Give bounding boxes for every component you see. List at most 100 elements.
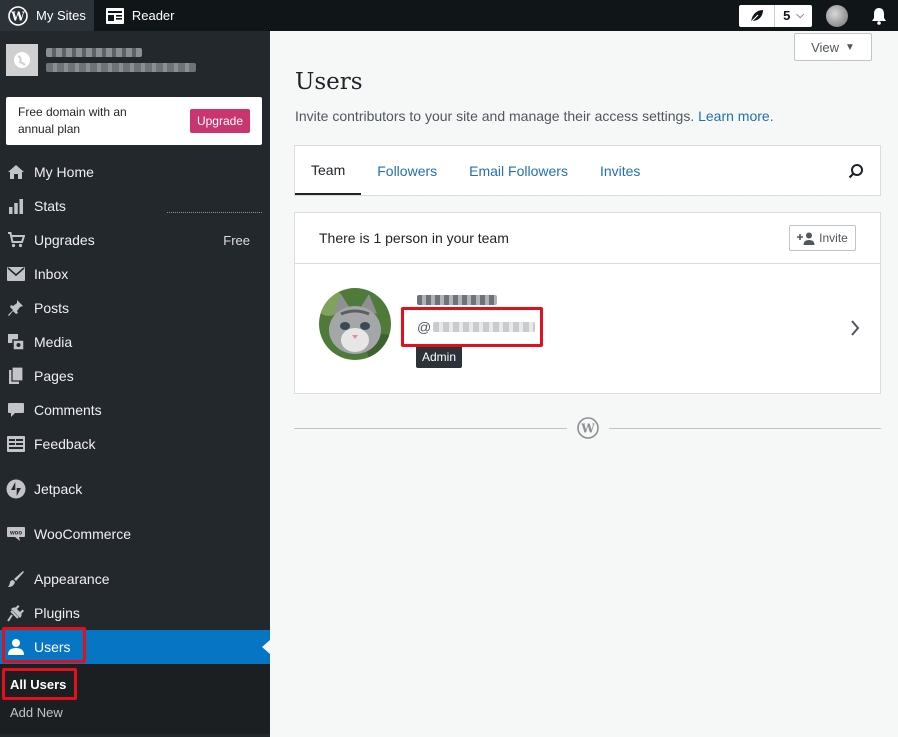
team-member-row[interactable]: @ Admin xyxy=(295,264,880,394)
sidebar-item-label: Pages xyxy=(34,368,74,384)
site-header[interactable] xyxy=(0,31,270,89)
search-icon[interactable] xyxy=(848,146,880,195)
tab-email-followers[interactable]: Email Followers xyxy=(453,146,584,195)
my-sites-label: My Sites xyxy=(36,8,86,23)
upgrades-badge: Free xyxy=(223,232,250,248)
sidebar-item-label: Users xyxy=(34,639,71,655)
upgrade-nudge: Free domain with an annual plan Upgrade xyxy=(6,97,262,145)
tab-followers[interactable]: Followers xyxy=(361,146,453,195)
sidebar-item-label: Media xyxy=(34,334,73,350)
sidebar-item-comments[interactable]: Comments xyxy=(0,393,270,427)
footer-separator: W xyxy=(294,417,881,439)
sidebar-item-label: WooCommerce xyxy=(34,526,131,542)
leaf-icon xyxy=(739,4,776,27)
page-subtitle: Invite contributors to your site and man… xyxy=(295,108,774,124)
brush-icon xyxy=(6,569,26,589)
user-avatar xyxy=(319,288,391,360)
sidebar: Free domain with an annual plan Upgrade … xyxy=(0,31,270,737)
sidebar-item-label: Upgrades xyxy=(34,232,95,248)
sidebar-item-my-home[interactable]: My Home xyxy=(0,155,270,189)
divider xyxy=(608,427,881,429)
sidebar-item-inbox[interactable]: Inbox xyxy=(0,257,270,291)
sidebar-item-label: Comments xyxy=(34,402,102,418)
home-icon xyxy=(6,162,26,182)
team-summary: There is 1 person in your team xyxy=(319,230,509,246)
mail-icon xyxy=(6,264,26,284)
sidebar-item-media[interactable]: Media xyxy=(0,325,270,359)
svg-text:W: W xyxy=(580,422,595,436)
sidebar-item-label: Jetpack xyxy=(34,481,83,497)
learn-more-link[interactable]: Learn more. xyxy=(698,108,773,124)
reader-icon xyxy=(105,7,124,24)
sidebar-item-users[interactable]: Users xyxy=(0,630,270,664)
reader-button[interactable]: Reader xyxy=(98,0,183,31)
sidebar-item-upgrades[interactable]: Upgrades Free xyxy=(0,223,270,257)
main-content: View ▼ Users Invite contributors to your… xyxy=(270,31,898,737)
jetpack-icon xyxy=(6,479,26,499)
sidebar-item-pages[interactable]: Pages xyxy=(0,359,270,393)
team-card: There is 1 person in your team Invite @ … xyxy=(294,212,881,394)
sidebar-item-feedback[interactable]: Feedback xyxy=(0,427,270,461)
sidebar-menu: My Home Stats Upgrades Free Inbox Posts … xyxy=(0,155,270,734)
handle-redacted xyxy=(433,322,536,332)
svg-text:woo: woo xyxy=(9,531,22,537)
page-title: Users xyxy=(295,69,363,95)
media-icon xyxy=(6,332,26,352)
users-tabs: Team Followers Email Followers Invites xyxy=(294,145,881,196)
streak-button[interactable]: 5 ⌵ xyxy=(739,4,812,27)
sidebar-item-label: Inbox xyxy=(34,266,69,282)
users-submenu: All Users Add New xyxy=(0,664,270,734)
streak-count: 5 xyxy=(783,8,791,23)
sidebar-item-woocommerce[interactable]: woo WooCommerce xyxy=(0,517,270,551)
svg-text:W: W xyxy=(10,9,25,23)
comment-icon xyxy=(6,400,26,420)
caret-down-icon: ▼ xyxy=(845,41,855,53)
role-badge: Admin xyxy=(416,346,463,368)
sidebar-item-label: Appearance xyxy=(34,571,110,587)
upgrade-text: Free domain with an annual plan xyxy=(18,105,127,136)
site-name-redacted xyxy=(46,48,142,57)
submenu-all-users[interactable]: All Users xyxy=(10,670,270,698)
plug-icon xyxy=(6,603,26,623)
sidebar-item-plugins[interactable]: Plugins xyxy=(0,596,270,630)
masterbar: W My Sites Reader 5 ⌵ xyxy=(0,0,898,31)
tab-team[interactable]: Team xyxy=(295,146,362,195)
sidebar-item-appearance[interactable]: Appearance xyxy=(0,562,270,596)
invite-button[interactable]: Invite xyxy=(789,225,856,251)
team-card-header: There is 1 person in your team Invite xyxy=(295,213,880,264)
tab-invites[interactable]: Invites xyxy=(584,146,656,195)
reader-label: Reader xyxy=(131,8,175,23)
my-sites-button[interactable]: W My Sites xyxy=(0,0,94,31)
globe-icon xyxy=(6,44,38,76)
user-handle: @ xyxy=(417,319,536,335)
pages-icon xyxy=(6,366,26,386)
profile-avatar[interactable] xyxy=(826,4,848,27)
notifications-bell-icon[interactable] xyxy=(866,7,892,25)
user-display-name-redacted xyxy=(417,295,497,305)
sidebar-item-label: My Home xyxy=(34,164,94,180)
woo-icon: woo xyxy=(6,524,26,544)
divider xyxy=(167,212,262,213)
view-button[interactable]: View ▼ xyxy=(794,33,872,61)
sidebar-item-jetpack[interactable]: Jetpack xyxy=(0,472,270,506)
sidebar-item-posts[interactable]: Posts xyxy=(0,291,270,325)
feedback-icon xyxy=(6,434,26,454)
sidebar-item-label: Stats xyxy=(34,198,66,214)
cart-icon xyxy=(6,230,26,250)
sidebar-item-label: Feedback xyxy=(34,436,96,452)
divider xyxy=(294,427,567,429)
subtitle-text: Invite contributors to your site and man… xyxy=(295,108,695,124)
submenu-add-new[interactable]: Add New xyxy=(10,698,270,726)
chevron-right-icon[interactable] xyxy=(850,320,860,341)
invite-label: Invite xyxy=(819,231,848,245)
handle-prefix: @ xyxy=(417,319,432,335)
upgrade-button[interactable]: Upgrade xyxy=(189,109,250,133)
stats-icon xyxy=(6,196,26,216)
wordpress-logo-icon: W xyxy=(8,5,28,26)
sidebar-item-label: Posts xyxy=(34,300,70,316)
view-label: View xyxy=(811,39,840,55)
wordpress-logo-icon: W xyxy=(576,417,599,439)
pin-icon xyxy=(6,298,26,318)
add-user-icon xyxy=(797,232,815,245)
sidebar-item-stats[interactable]: Stats xyxy=(0,189,270,223)
